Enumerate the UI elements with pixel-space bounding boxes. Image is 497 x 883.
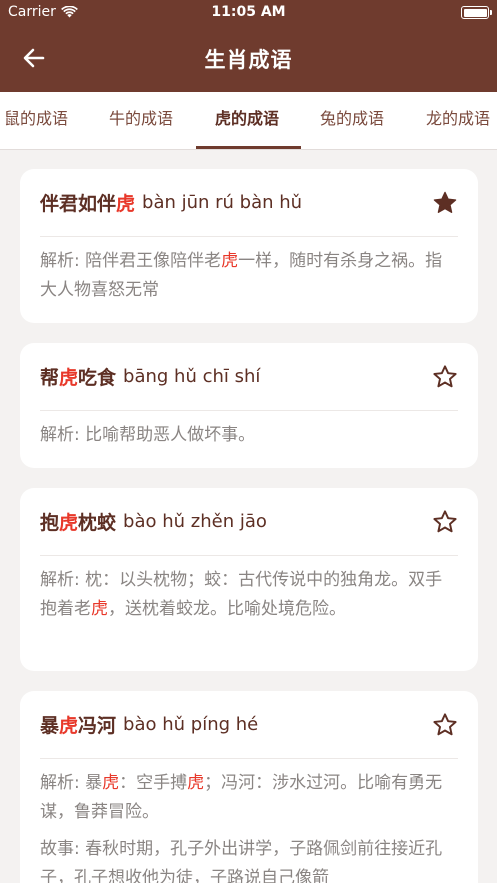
tab-bar: 鼠的成语 牛的成语 虎的成语 兔的成语 龙的成语 xyxy=(0,92,497,150)
tab-rabbit[interactable]: 兔的成语 xyxy=(320,92,384,150)
idiom-card-header: 暴虎冯河 bào hǔ píng hé xyxy=(40,691,458,759)
idiom-title: 抱虎枕蛟 xyxy=(40,512,117,534)
idiom-list[interactable]: 伴君如伴虎 bàn jūn rú bàn hǔ 解析: 陪伴君王像陪伴老虎一样，… xyxy=(0,151,497,883)
clock: 11:05 AM xyxy=(211,4,286,20)
idiom-pinyin: bāng hǔ chī shí xyxy=(123,366,261,387)
tab-tiger[interactable]: 虎的成语 xyxy=(215,92,279,150)
idiom-explanation: 解析: 比喻帮助恶人做坏事。 xyxy=(40,425,256,445)
app-header: Carrier 11:05 AM 生肖成语 xyxy=(0,0,497,92)
active-tab-indicator xyxy=(196,146,301,149)
battery-icon xyxy=(461,6,492,19)
idiom-card-header: 抱虎枕蛟 bào hǔ zhěn jāo xyxy=(40,488,458,556)
star-filled-icon[interactable] xyxy=(432,190,458,216)
idiom-pinyin: bào hǔ píng hé xyxy=(123,714,259,735)
page-title: 生肖成语 xyxy=(204,48,293,72)
idiom-card[interactable]: 暴虎冯河 bào hǔ píng hé 解析: 暴虎：空手搏虎；冯河：涉水过河。… xyxy=(20,691,478,883)
status-bar: Carrier 11:05 AM xyxy=(0,0,497,26)
idiom-pinyin: bào hǔ zhěn jāo xyxy=(123,511,267,532)
idiom-card-header: 伴君如伴虎 bàn jūn rú bàn hǔ xyxy=(40,169,458,237)
star-outline-icon[interactable] xyxy=(432,712,458,738)
tab-rat[interactable]: 鼠的成语 xyxy=(4,92,68,150)
idiom-card-header: 帮虎吃食 bāng hǔ chī shí xyxy=(40,343,458,411)
tab-dragon[interactable]: 龙的成语 xyxy=(426,92,490,150)
tab-ox[interactable]: 牛的成语 xyxy=(109,92,173,150)
idiom-title: 暴虎冯河 xyxy=(40,715,117,737)
idiom-explanation: 解析: 陪伴君王像陪伴老虎一样，随时有杀身之祸。指大人物喜怒无常 xyxy=(40,251,443,300)
idiom-card[interactable]: 帮虎吃食 bāng hǔ chī shí 解析: 比喻帮助恶人做坏事。 xyxy=(20,343,478,468)
star-outline-icon[interactable] xyxy=(432,509,458,535)
idiom-explanation: 解析: 枕：以头枕物；蛟：古代传说中的独角龙。双手抱着老虎，送枕着蛟龙。比喻处境… xyxy=(40,570,443,619)
idiom-title: 帮虎吃食 xyxy=(40,367,117,389)
idiom-card[interactable]: 抱虎枕蛟 bào hǔ zhěn jāo 解析: 枕：以头枕物；蛟：古代传说中的… xyxy=(20,488,478,671)
idiom-story: 故事: 春秋时期，孔子外出讲学，子路佩剑前往接近孔子，孔子想收他为徒，子路说自己… xyxy=(40,839,443,883)
idiom-card[interactable]: 伴君如伴虎 bàn jūn rú bàn hǔ 解析: 陪伴君王像陪伴老虎一样，… xyxy=(20,169,478,323)
star-outline-icon[interactable] xyxy=(432,364,458,390)
idiom-pinyin: bàn jūn rú bàn hǔ xyxy=(142,192,303,213)
idiom-title: 伴君如伴虎 xyxy=(40,193,136,215)
idiom-explanation: 解析: 暴虎：空手搏虎；冯河：涉水过河。比喻有勇无谋，鲁莽冒险。 xyxy=(40,773,443,822)
